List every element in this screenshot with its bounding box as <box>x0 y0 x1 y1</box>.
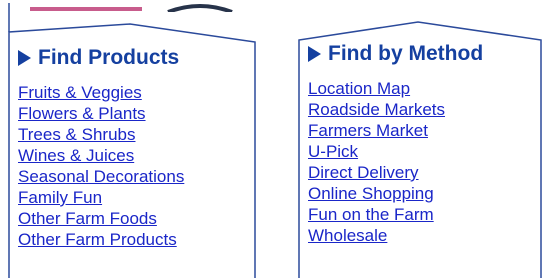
link-other-farm-foods[interactable]: Other Farm Foods <box>18 209 157 228</box>
list-item: Direct Delivery <box>308 162 445 183</box>
link-farmers-market[interactable]: Farmers Market <box>308 121 428 140</box>
find-products-heading: Find Products <box>18 46 179 70</box>
list-item: Other Farm Foods <box>18 208 184 229</box>
find-products-title: Find Products <box>38 46 180 69</box>
link-wholesale[interactable]: Wholesale <box>308 226 387 245</box>
list-item: Location Map <box>308 78 445 99</box>
find-by-method-list: Location Map Roadside Markets Farmers Ma… <box>308 78 445 246</box>
link-family-fun[interactable]: Family Fun <box>18 188 102 207</box>
play-triangle-icon <box>308 46 321 62</box>
link-fun-on-the-farm[interactable]: Fun on the Farm <box>308 205 434 224</box>
list-item: Fun on the Farm <box>308 204 445 225</box>
link-online-shopping[interactable]: Online Shopping <box>308 184 434 203</box>
link-roadside-markets[interactable]: Roadside Markets <box>308 100 445 119</box>
link-u-pick[interactable]: U-Pick <box>308 142 358 161</box>
list-item: Fruits & Veggies <box>18 82 184 103</box>
link-seasonal-decorations[interactable]: Seasonal Decorations <box>18 167 184 186</box>
list-item: Seasonal Decorations <box>18 166 184 187</box>
link-wines-juices[interactable]: Wines & Juices <box>18 146 134 165</box>
find-by-method-panel: Find by Method Location Map Roadside Mar… <box>293 0 550 278</box>
list-item: Farmers Market <box>308 120 445 141</box>
list-item: Wholesale <box>308 225 445 246</box>
list-item: Flowers & Plants <box>18 103 184 124</box>
link-fruits-veggies[interactable]: Fruits & Veggies <box>18 83 142 102</box>
find-products-panel: Find Products Fruits & Veggies Flowers &… <box>0 0 262 278</box>
find-by-method-title: Find by Method <box>328 42 484 65</box>
list-item: Online Shopping <box>308 183 445 204</box>
link-other-farm-products[interactable]: Other Farm Products <box>18 230 177 249</box>
find-by-method-heading: Find by Method <box>308 42 483 66</box>
list-item: Family Fun <box>18 187 184 208</box>
list-item: Trees & Shrubs <box>18 124 184 145</box>
link-trees-shrubs[interactable]: Trees & Shrubs <box>18 125 135 144</box>
find-products-list: Fruits & Veggies Flowers & Plants Trees … <box>18 82 184 250</box>
link-flowers-plants[interactable]: Flowers & Plants <box>18 104 146 123</box>
list-item: Roadside Markets <box>308 99 445 120</box>
link-location-map[interactable]: Location Map <box>308 79 410 98</box>
list-item: U-Pick <box>308 141 445 162</box>
list-item: Other Farm Products <box>18 229 184 250</box>
play-triangle-icon <box>18 50 31 66</box>
list-item: Wines & Juices <box>18 145 184 166</box>
link-direct-delivery[interactable]: Direct Delivery <box>308 163 419 182</box>
